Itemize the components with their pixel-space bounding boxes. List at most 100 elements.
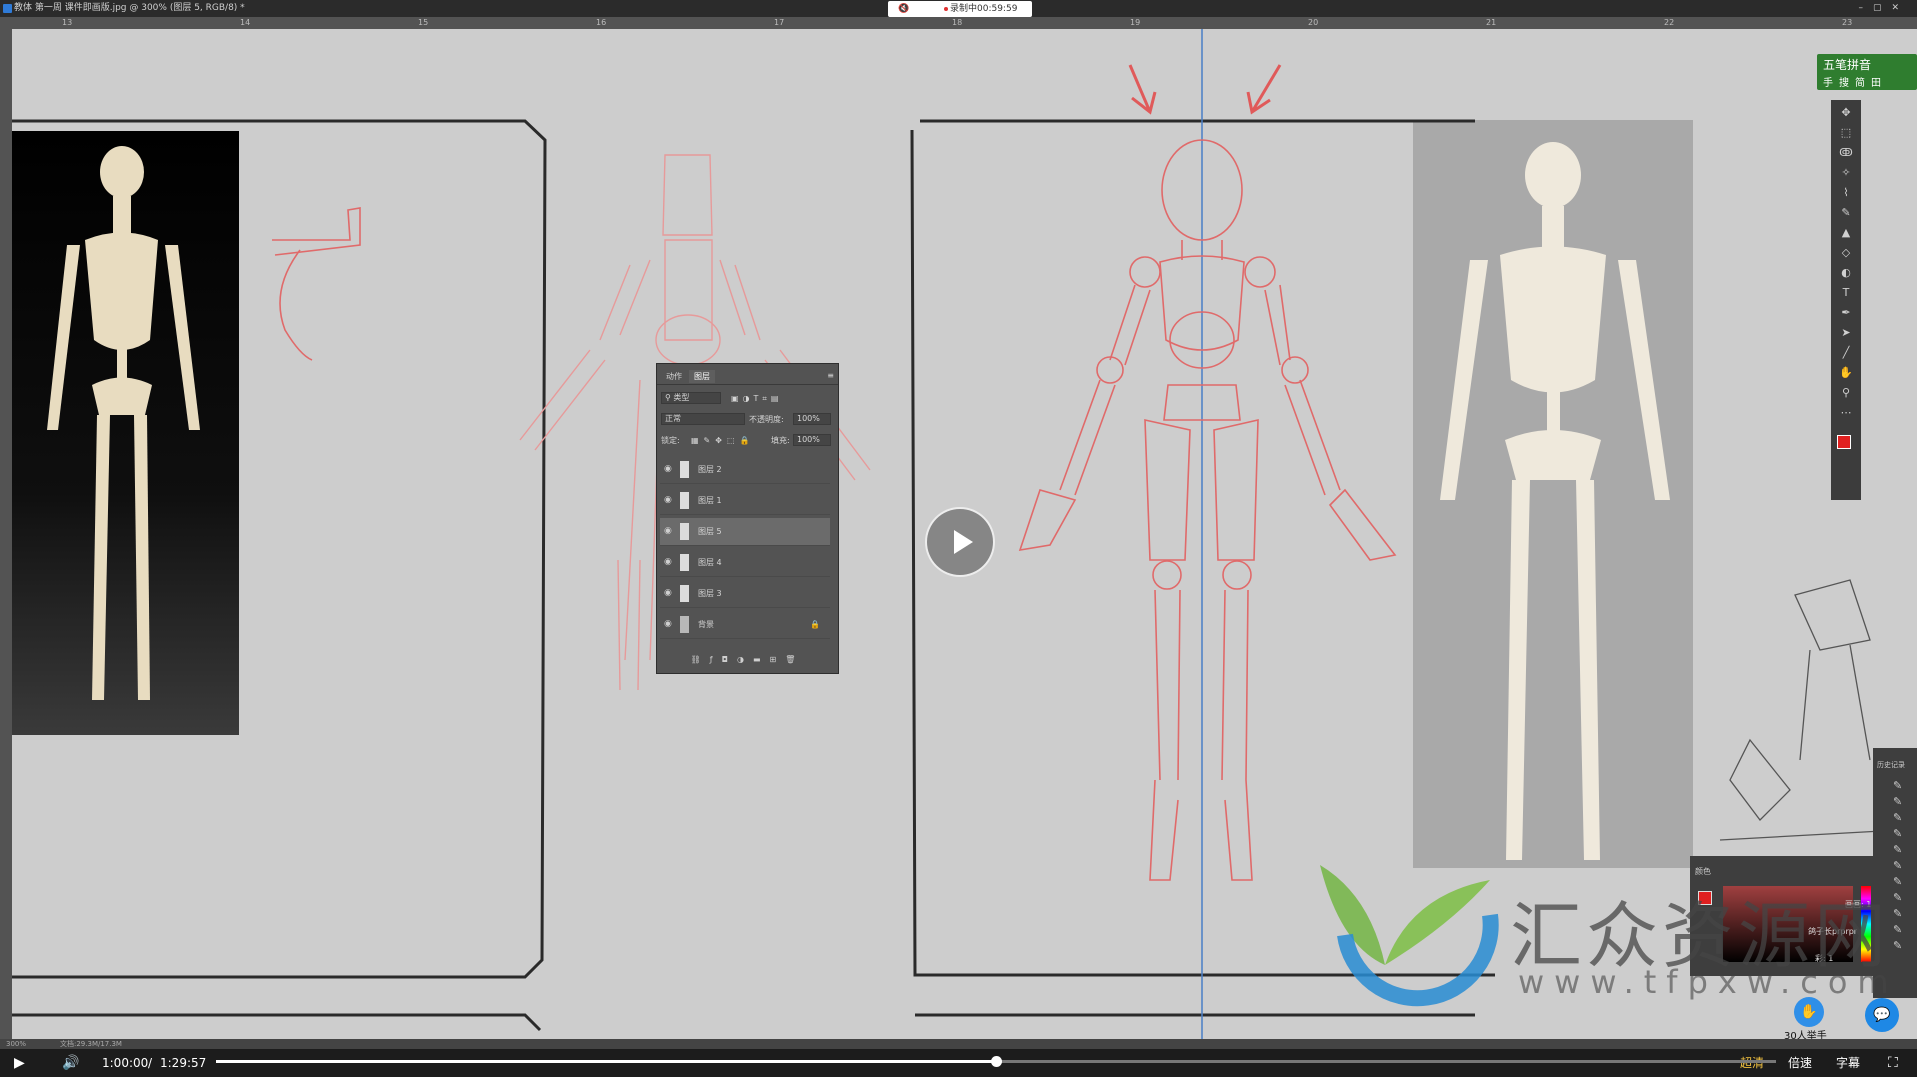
move-icon[interactable]: ✥ xyxy=(1838,105,1854,121)
layer-row[interactable]: ◉ 背景 🔒 xyxy=(660,611,830,639)
video-player-controls: ▶ 🔊 1:00:00 / 1:29:57 超清 倍速 字幕 ⛶ xyxy=(0,1049,1917,1077)
layer-filter-select[interactable]: ⚲ 类型 xyxy=(661,392,721,404)
color-panel-title: 颜色 xyxy=(1695,867,1711,876)
play-icon xyxy=(954,530,973,554)
more-icon[interactable]: ⋯ xyxy=(1838,405,1854,421)
layer-row-selected[interactable]: ◉ 图层 5 xyxy=(660,518,830,546)
duration: 1:29:57 xyxy=(160,1056,207,1070)
hue-slider[interactable] xyxy=(1861,886,1871,962)
layers-panel-footer: ⛓ƒ◘◑▬⊞🗑 xyxy=(657,655,838,669)
zoom-level: 300% xyxy=(6,1040,27,1048)
link-icon[interactable]: ⛓ xyxy=(691,655,710,664)
fill-label: 填充: xyxy=(771,436,790,445)
marquee-icon[interactable]: ⬚ xyxy=(1838,125,1854,141)
visibility-eye-icon[interactable]: ◉ xyxy=(664,611,672,638)
tab-actions[interactable]: 动作 xyxy=(661,370,687,383)
volume-icon[interactable]: 🔊 xyxy=(62,1049,79,1077)
time-separator: / xyxy=(148,1056,153,1070)
small-red-sketch xyxy=(272,207,361,361)
opacity-input[interactable]: 100% xyxy=(793,413,831,425)
visibility-eye-icon[interactable]: ◉ xyxy=(664,518,672,545)
current-time: 1:00:00 xyxy=(102,1056,149,1070)
layer-thumbnail xyxy=(680,461,689,478)
hand-icon[interactable]: ✋ xyxy=(1838,365,1854,381)
mask-icon[interactable]: ◘ xyxy=(722,655,737,664)
raise-hand-icon[interactable]: ✋ xyxy=(1794,997,1824,1027)
fullscreen-icon[interactable]: ⛶ xyxy=(1888,1049,1898,1077)
layer-name: 图层 3 xyxy=(698,589,722,598)
layer-name: 图层 5 xyxy=(698,527,722,536)
progress-fill xyxy=(216,1060,996,1063)
panel-menu-icon[interactable]: ≡ xyxy=(827,371,834,380)
history-panel-title: 历史记录 xyxy=(1877,761,1905,769)
quality-button[interactable]: 超清 xyxy=(1740,1049,1764,1077)
layer-thumbnail xyxy=(680,523,689,540)
ps-status-bar: 300% 文档:29.3M/17.3M xyxy=(0,1039,1917,1049)
line-icon[interactable]: ╱ xyxy=(1838,345,1854,361)
layer-name: 图层 1 xyxy=(698,496,722,505)
layer-thumbnail xyxy=(680,616,689,633)
adjustment-icon[interactable]: ◑ xyxy=(737,655,753,664)
gradient-icon[interactable]: ◐ xyxy=(1838,265,1854,281)
layer-row[interactable]: ◉ 图层 3 xyxy=(660,580,830,608)
ime-button[interactable]: 手 xyxy=(1823,78,1839,89)
red-arrows xyxy=(1128,64,1282,115)
stamp-icon[interactable]: ▲ xyxy=(1838,225,1854,241)
fill-input[interactable]: 100% xyxy=(793,434,831,446)
brush-icon[interactable]: ✎ xyxy=(1838,205,1854,221)
folder-icon[interactable]: ▬ xyxy=(753,655,770,664)
chat-icon[interactable]: 💬 xyxy=(1865,998,1899,1032)
subtitle-button[interactable]: 字幕 xyxy=(1836,1049,1860,1077)
layer-filter-label: 类型 xyxy=(673,393,690,402)
tab-layers[interactable]: 图层 xyxy=(689,370,715,383)
layer-name: 背景 xyxy=(698,620,714,629)
doc-size: 文档:29.3M/17.3M xyxy=(60,1040,122,1048)
foreground-color-swatch[interactable] xyxy=(1837,435,1851,449)
layer-thumbnail xyxy=(680,585,689,602)
visibility-eye-icon[interactable]: ◉ xyxy=(664,549,672,576)
ime-button[interactable]: 田 xyxy=(1871,78,1887,89)
visibility-eye-icon[interactable]: ◉ xyxy=(664,580,672,607)
trash-icon[interactable]: 🗑 xyxy=(785,655,804,664)
username-overlay: 鸽子长prprpr xyxy=(1808,927,1858,936)
lock-icons[interactable]: ▦✎✥⬚🔒 xyxy=(691,434,754,448)
fx-icon[interactable]: ƒ xyxy=(710,655,722,664)
text-icon[interactable]: T xyxy=(1838,285,1854,301)
magic-wand-icon[interactable]: ✧ xyxy=(1838,165,1854,181)
color-picker-field[interactable] xyxy=(1723,886,1853,962)
layer-name: 图层 4 xyxy=(698,558,722,567)
opacity-label: 不透明度: xyxy=(749,415,784,424)
layer-thumbnail xyxy=(680,492,689,509)
eraser-icon[interactable]: ◇ xyxy=(1838,245,1854,261)
ime-label: 五笔拼音 xyxy=(1823,58,1872,72)
figure-sketch-right xyxy=(1018,139,1397,881)
layers-panel-tabs: 动作 图层 ≡ xyxy=(657,370,838,385)
selection-icon[interactable]: ➤ xyxy=(1838,325,1854,341)
ime-toolbar[interactable]: 五笔拼音 手搜简田 xyxy=(1817,54,1917,90)
history-brush-icons[interactable]: ✎ ✎ ✎ ✎ ✎ ✎ ✎ ✎ ✎ ✎ ✎ xyxy=(1893,778,1902,954)
pen-icon[interactable]: ✒ xyxy=(1838,305,1854,321)
play-icon[interactable]: ▶ xyxy=(14,1049,25,1077)
visibility-eye-icon[interactable]: ◉ xyxy=(664,456,672,483)
ime-button[interactable]: 简 xyxy=(1855,78,1871,89)
blend-mode-select[interactable]: 正常 xyxy=(661,413,745,425)
eyedropper-icon[interactable]: ⌇ xyxy=(1838,185,1854,201)
progress-knob[interactable] xyxy=(991,1056,1002,1067)
speed-button[interactable]: 倍速 xyxy=(1788,1049,1812,1077)
color-panel: 颜色 鸽子长prprpr 画画: 1 彩: 1 xyxy=(1690,856,1890,976)
lock-icon: 🔒 xyxy=(810,620,820,629)
layer-row[interactable]: ◉ 图层 1 xyxy=(660,487,830,515)
layer-name: 图层 2 xyxy=(698,465,722,474)
layer-row[interactable]: ◉ 图层 4 xyxy=(660,549,830,577)
video-play-button[interactable] xyxy=(925,507,995,577)
layer-row[interactable]: ◉ 图层 2 xyxy=(660,456,830,484)
zoom-icon[interactable]: ⚲ xyxy=(1838,385,1854,401)
visibility-eye-icon[interactable]: ◉ xyxy=(664,487,672,514)
lasso-icon[interactable]: ↂ xyxy=(1838,145,1854,161)
new-layer-icon[interactable]: ⊞ xyxy=(770,655,786,664)
ime-button[interactable]: 搜 xyxy=(1839,78,1855,89)
skeleton-figure-right xyxy=(1440,142,1670,860)
layer-filter-icons[interactable]: ▣◑T⌗▤ xyxy=(731,392,783,406)
skeleton-figure-left xyxy=(47,146,200,700)
color-swatch[interactable] xyxy=(1698,891,1712,905)
